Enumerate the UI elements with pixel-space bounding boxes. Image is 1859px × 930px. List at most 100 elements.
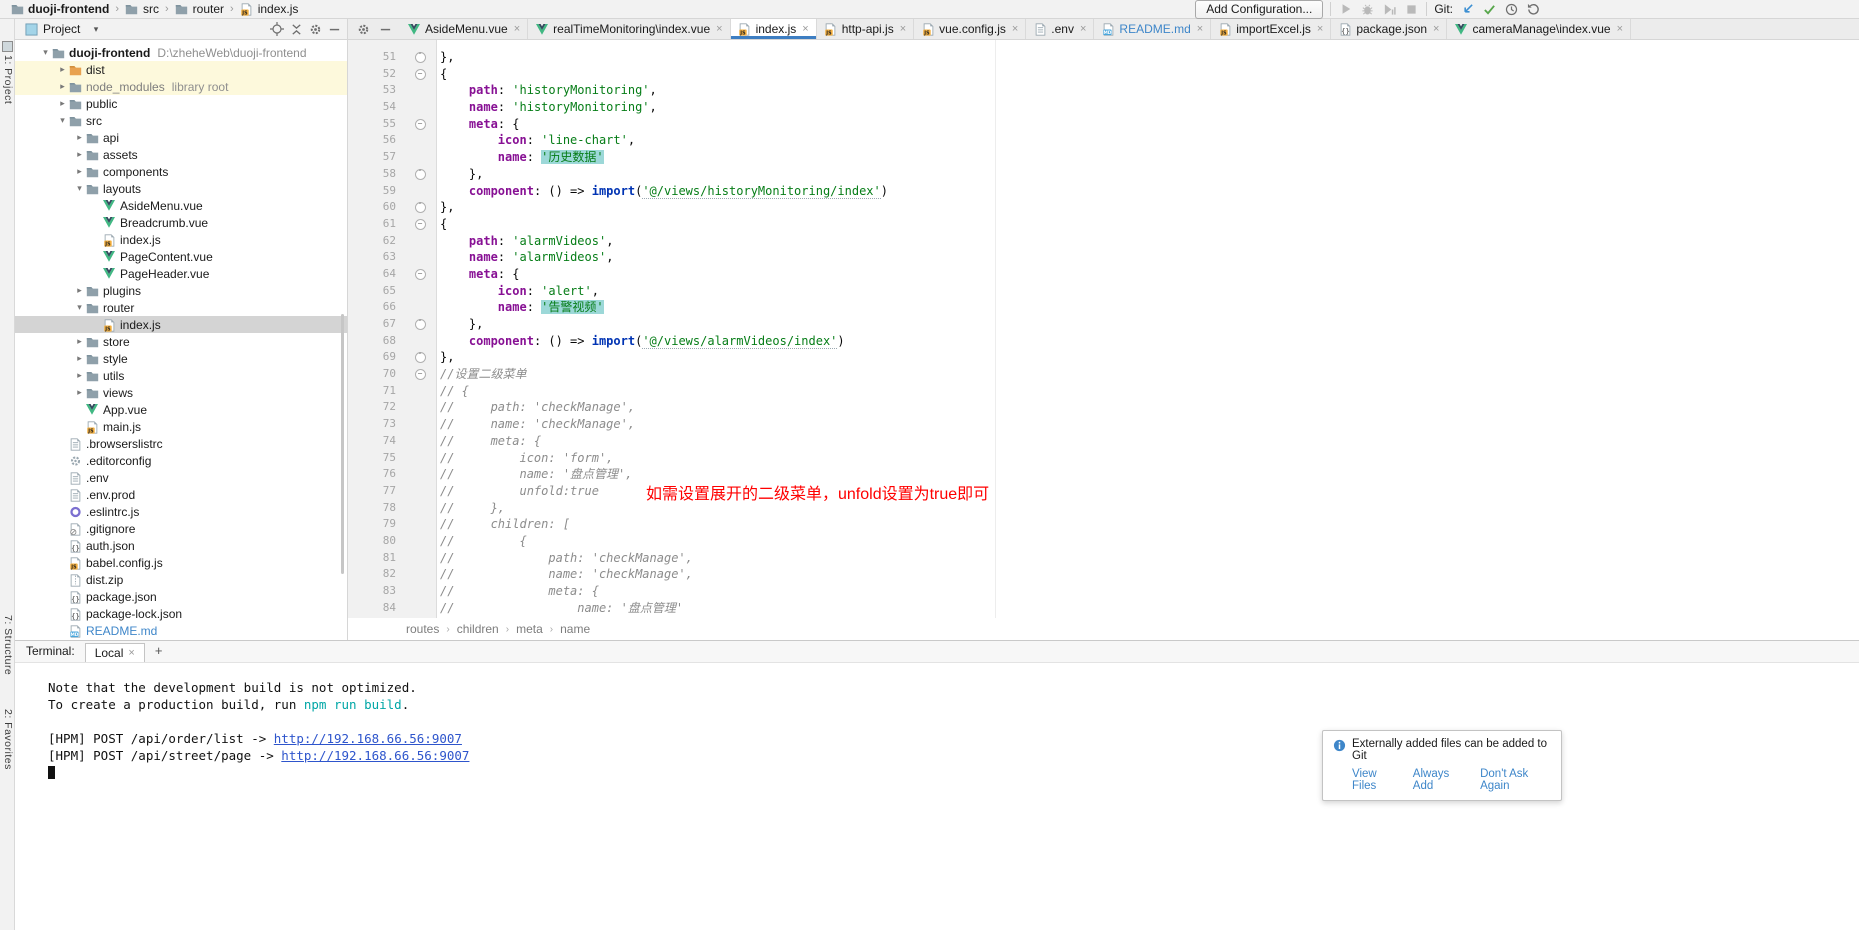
tree-item-package.json[interactable]: {}package.json — [14, 588, 347, 605]
notification-action-always-add[interactable]: Always Add — [1413, 768, 1466, 792]
notification-action-view-files[interactable]: View Files — [1352, 768, 1399, 792]
fold-marker-icon[interactable]: ˆ — [400, 349, 440, 366]
tree-item-README.md[interactable]: MDREADME.md — [14, 622, 347, 639]
chevron-down-icon[interactable]: ▾ — [74, 183, 85, 194]
terminal-output[interactable]: Note that the development build is not o… — [14, 663, 1859, 779]
tab-minimize-icon[interactable] — [378, 22, 392, 36]
tree-item-babel.config.js[interactable]: JSbabel.config.js — [14, 554, 347, 571]
code-line[interactable]: 82// name: 'checkManage', — [348, 566, 1859, 583]
terminal-url-link[interactable]: http://192.168.66.56:9007 — [281, 748, 469, 763]
chevron-right-icon[interactable]: ▸ — [57, 98, 68, 109]
git-update-icon[interactable] — [1460, 2, 1475, 17]
fold-marker-icon[interactable]: − — [400, 216, 440, 233]
chevron-right-icon[interactable]: ▸ — [74, 370, 85, 381]
tree-item-index.js[interactable]: JSindex.js — [14, 231, 347, 248]
tree-item-layouts[interactable]: ▾layouts — [14, 180, 347, 197]
code-line[interactable]: 60ˆ}, — [348, 199, 1859, 216]
history-icon[interactable] — [1504, 2, 1519, 17]
fold-marker-icon[interactable]: ˆ — [400, 316, 440, 333]
code-line[interactable]: 65 icon: 'alert', — [348, 283, 1859, 300]
run-with-coverage-icon[interactable] — [1382, 2, 1397, 17]
tree-item-dist[interactable]: ▸dist — [14, 61, 347, 78]
tool-window-tab-structure[interactable]: 7: Structure — [0, 615, 14, 675]
editor-tab-package.json[interactable]: {}package.json× — [1331, 19, 1447, 39]
chevron-right-icon[interactable]: ▸ — [74, 149, 85, 160]
rollback-icon[interactable] — [1526, 2, 1541, 17]
code-line[interactable]: 67ˆ }, — [348, 316, 1859, 333]
tree-item-PageContent.vue[interactable]: PageContent.vue — [14, 248, 347, 265]
tree-item-dist.zip[interactable]: dist.zip — [14, 571, 347, 588]
notification-action-don-t-ask-again[interactable]: Don't Ask Again — [1480, 768, 1552, 792]
terminal-tab-local[interactable]: Local× — [85, 643, 145, 662]
code-editor[interactable]: 51ˆ},52−{53 path: 'historyMonitoring',54… — [348, 40, 1859, 618]
editor-tab-README.md[interactable]: MDREADME.md× — [1094, 19, 1211, 39]
editor-tab-vue.config.js[interactable]: JSvue.config.js× — [914, 19, 1026, 39]
chevron-down-icon[interactable]: ▾ — [40, 47, 51, 58]
chevron-down-icon[interactable]: ▾ — [57, 115, 68, 126]
chevron-right-icon[interactable]: ▸ — [57, 81, 68, 92]
code-line[interactable]: 55− meta: { — [348, 116, 1859, 133]
breadcrumb-item[interactable]: router — [175, 2, 224, 16]
tree-item-duoji-frontend[interactable]: ▾duoji-frontendD:\zheheWeb\duoji-fronten… — [14, 44, 347, 61]
code-line[interactable]: 57 name: '历史数据' — [348, 149, 1859, 166]
editor-breadcrumb-meta[interactable]: meta — [516, 622, 543, 636]
code-line[interactable]: 63 name: 'alarmVideos', — [348, 249, 1859, 266]
editor-tab-http-api.js[interactable]: JShttp-api.js× — [817, 19, 914, 39]
code-line[interactable]: 56 icon: 'line-chart', — [348, 132, 1859, 149]
code-line[interactable]: 73// name: 'checkManage', — [348, 416, 1859, 433]
code-line[interactable]: 69ˆ}, — [348, 349, 1859, 366]
run-icon[interactable] — [1338, 2, 1353, 17]
tree-item-.eslintrc.js[interactable]: .eslintrc.js — [14, 503, 347, 520]
locate-file-icon[interactable] — [270, 22, 284, 36]
code-line[interactable]: 70−//设置二级菜单 — [348, 366, 1859, 383]
tree-item-api[interactable]: ▸api — [14, 129, 347, 146]
git-commit-icon[interactable] — [1482, 2, 1497, 17]
code-line[interactable]: 68 component: () => import('@/views/alar… — [348, 333, 1859, 350]
code-line[interactable]: 75// icon: 'form', — [348, 450, 1859, 467]
close-icon[interactable]: × — [1617, 23, 1623, 35]
editor-tab-realTimeMonitoring\index.vue[interactable]: realTimeMonitoring\index.vue× — [528, 19, 730, 39]
tree-item-package-lock.json[interactable]: {}package-lock.json — [14, 605, 347, 622]
editor-tab-cameraManage\index.vue[interactable]: cameraManage\index.vue× — [1447, 19, 1631, 39]
tool-window-tab-favorites[interactable]: 2: Favorites — [0, 709, 14, 770]
code-line[interactable]: 71// { — [348, 383, 1859, 400]
tree-item-views[interactable]: ▸views — [14, 384, 347, 401]
chevron-right-icon[interactable]: ▸ — [74, 132, 85, 143]
close-icon[interactable]: × — [128, 647, 134, 659]
chevron-right-icon[interactable]: ▸ — [74, 285, 85, 296]
tree-item-.env.prod[interactable]: .env.prod — [14, 486, 347, 503]
code-line[interactable]: 62 path: 'alarmVideos', — [348, 233, 1859, 250]
code-line[interactable]: 64− meta: { — [348, 266, 1859, 283]
chevron-right-icon[interactable]: ▸ — [74, 387, 85, 398]
fold-marker-icon[interactable]: − — [400, 266, 440, 283]
tree-item-AsideMenu.vue[interactable]: AsideMenu.vue — [14, 197, 347, 214]
tool-window-tab-project[interactable]: 1: Project — [0, 55, 14, 104]
fold-marker-icon[interactable]: − — [400, 66, 440, 83]
add-configuration-button[interactable]: Add Configuration... — [1195, 0, 1323, 19]
fold-marker-icon[interactable]: ˆ — [400, 166, 440, 183]
fold-marker-icon[interactable]: ˆ — [400, 199, 440, 216]
tree-item-.gitignore[interactable]: .gitignore — [14, 520, 347, 537]
tree-item-router[interactable]: ▾router — [14, 299, 347, 316]
code-line[interactable]: 72// path: 'checkManage', — [348, 399, 1859, 416]
hide-panel-icon[interactable] — [327, 22, 341, 36]
code-line[interactable]: 51ˆ}, — [348, 49, 1859, 66]
fold-marker-icon[interactable]: − — [400, 116, 440, 133]
code-line[interactable]: 78// }, — [348, 500, 1859, 517]
close-icon[interactable]: × — [1317, 23, 1323, 35]
tree-item-index.js[interactable]: JSindex.js — [14, 316, 347, 333]
chevron-right-icon[interactable]: ▸ — [57, 64, 68, 75]
code-line[interactable]: 58ˆ }, — [348, 166, 1859, 183]
chevron-right-icon[interactable]: ▸ — [74, 336, 85, 347]
tree-item-main.js[interactable]: JSmain.js — [14, 418, 347, 435]
terminal-url-link[interactable]: http://192.168.66.56:9007 — [274, 731, 462, 746]
close-icon[interactable]: × — [900, 23, 906, 35]
close-icon[interactable]: × — [1433, 23, 1439, 35]
close-icon[interactable]: × — [1080, 23, 1086, 35]
chevron-down-icon[interactable]: ▾ — [74, 302, 85, 313]
editor-tab-importExcel.js[interactable]: JSimportExcel.js× — [1211, 19, 1331, 39]
tree-item-.editorconfig[interactable]: .editorconfig — [14, 452, 347, 469]
editor-tab-.env[interactable]: .env× — [1026, 19, 1094, 39]
editor-breadcrumb-routes[interactable]: routes — [406, 622, 439, 636]
tree-item-.browserslistrc[interactable]: .browserslistrc — [14, 435, 347, 452]
